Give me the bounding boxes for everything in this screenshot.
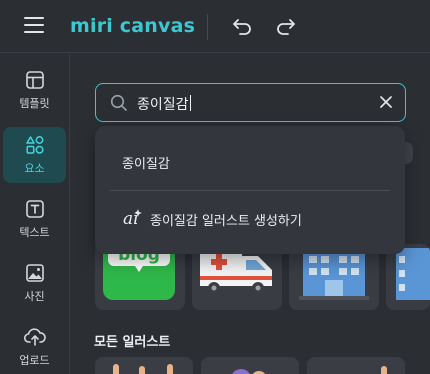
svg-text:ai: ai: [123, 209, 139, 228]
illustration-thumb[interactable]: [95, 357, 193, 374]
top-bar: miri canvas: [0, 0, 430, 53]
suggestion-label: 종이질감 일러스트 생성하기: [150, 214, 302, 229]
rail-item-photo[interactable]: 사진: [3, 255, 66, 311]
rail-item-label: 템플릿: [19, 96, 50, 110]
rail-item-label: 텍스트: [19, 225, 50, 239]
photo-icon: [25, 263, 44, 282]
redo-icon[interactable]: [274, 16, 296, 36]
suggestion-label: 종이질감: [122, 157, 170, 172]
search-icon: [110, 94, 127, 111]
elements-icon: [25, 135, 44, 154]
illustration-thumb[interactable]: [201, 357, 299, 374]
search-suggestions: 종이질감 종이질감 일러스트 생성하기 ai: [95, 126, 405, 254]
rail-item-label: 요소: [24, 161, 45, 175]
ai-icon: ai: [123, 209, 142, 228]
rail-item-elements[interactable]: 요소: [3, 127, 66, 183]
search-value: 종이질감: [137, 95, 191, 113]
close-icon[interactable]: [379, 95, 393, 109]
illustration-thumb[interactable]: [307, 357, 405, 374]
left-rail: 템플릿 요소 텍스트 사진 업로드: [0, 54, 70, 374]
app-logo[interactable]: miri canvas: [70, 12, 195, 40]
undo-icon[interactable]: [232, 16, 254, 36]
section-title: 모든 일러스트: [94, 335, 171, 350]
rail-item-text[interactable]: 텍스트: [3, 191, 66, 247]
rail-item-label: 사진: [24, 289, 45, 303]
divider: [110, 190, 390, 191]
rail-item-template[interactable]: 템플릿: [3, 62, 66, 118]
menu-icon[interactable]: [24, 17, 44, 35]
illustrations-row: [95, 357, 430, 374]
rail-item-upload[interactable]: 업로드: [3, 319, 66, 374]
logo-text: miri canvas: [70, 15, 196, 37]
search-input[interactable]: 종이질감: [95, 83, 406, 122]
text-icon: [25, 199, 44, 218]
upload-icon: [23, 327, 46, 346]
suggestion-item[interactable]: 종이질감: [95, 150, 405, 174]
divider: [207, 14, 208, 40]
template-icon: [25, 70, 44, 89]
rail-item-label: 업로드: [19, 353, 50, 367]
